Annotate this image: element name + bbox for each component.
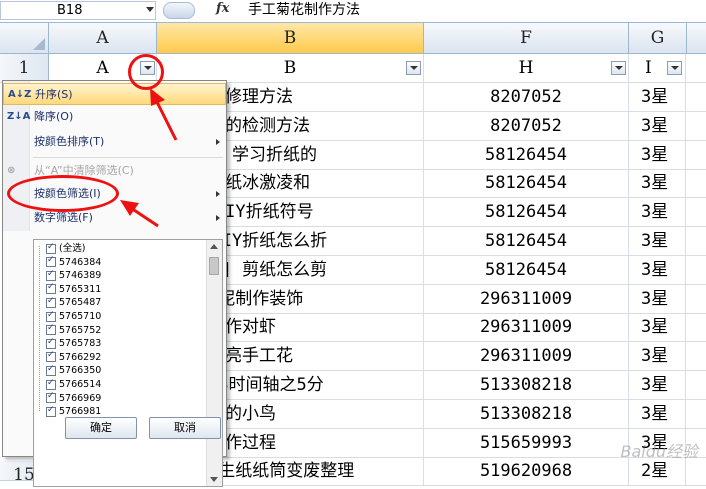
- annotation-arrow-upper: [150, 88, 178, 141]
- annotation-arrows: [120, 88, 178, 228]
- watermark: Baidu经验: [620, 442, 698, 461]
- annotation-arrow-lower: [120, 200, 159, 228]
